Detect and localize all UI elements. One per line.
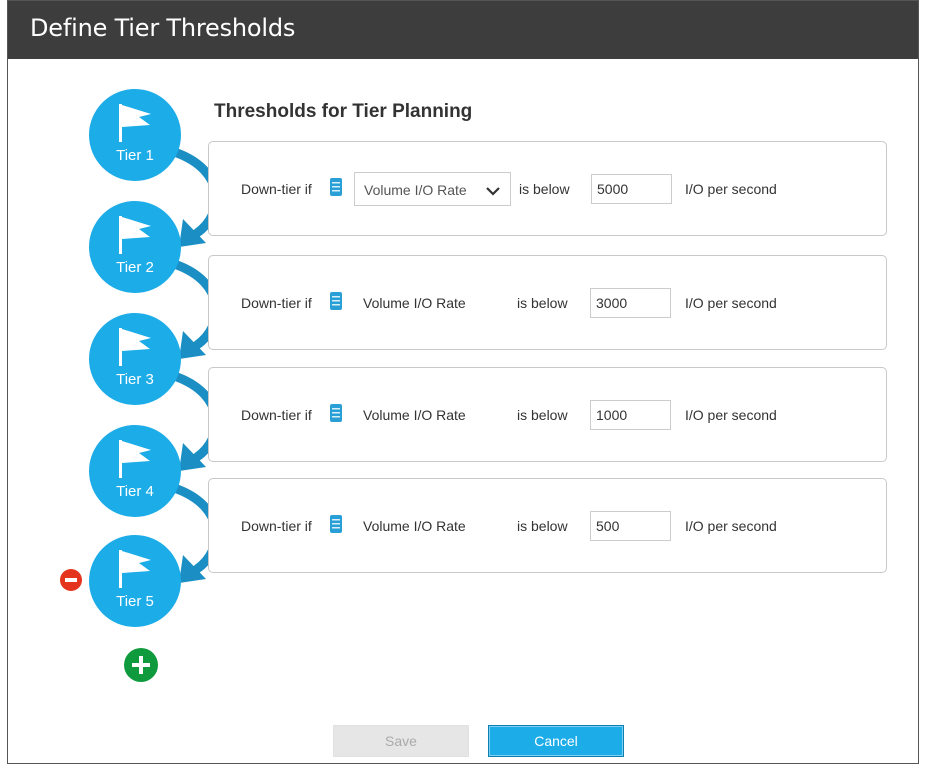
cancel-button[interactable]: Cancel: [488, 725, 624, 757]
comparison-label: is below: [517, 407, 568, 423]
database-icon: [330, 515, 342, 533]
comparison-label: is below: [519, 181, 570, 197]
flag-icon: [119, 216, 151, 254]
threshold-value-input[interactable]: [591, 174, 672, 204]
define-tier-thresholds-dialog: Define Tier Thresholds Thresholds for Ti…: [7, 0, 919, 764]
tier-1-node[interactable]: Tier 1: [89, 89, 181, 181]
threshold-row-tier-4: Down-tier if Volume I/O Rate is below I/…: [208, 478, 887, 573]
unit-label: I/O per second: [685, 181, 777, 197]
add-tier-button[interactable]: [124, 648, 158, 682]
database-icon: [330, 404, 342, 422]
chevron-down-icon: [486, 187, 500, 196]
threshold-value-input[interactable]: [590, 288, 671, 318]
metric-label: Volume I/O Rate: [363, 295, 466, 311]
tier-3-node[interactable]: Tier 3: [89, 313, 181, 405]
remove-tier-button[interactable]: [60, 569, 82, 591]
threshold-row-tier-3: Down-tier if Volume I/O Rate is below I/…: [208, 367, 887, 462]
database-icon: [330, 178, 342, 196]
remove-tier-icon: [65, 578, 77, 582]
down-tier-label: Down-tier if: [241, 518, 312, 534]
metric-dropdown-value: Volume I/O Rate: [364, 182, 467, 198]
comparison-label: is below: [517, 518, 568, 534]
title-bar: Define Tier Thresholds: [8, 1, 918, 59]
threshold-value-input[interactable]: [590, 400, 671, 430]
unit-label: I/O per second: [685, 407, 777, 423]
unit-label: I/O per second: [685, 295, 777, 311]
section-heading: Thresholds for Tier Planning: [214, 101, 473, 122]
save-button[interactable]: Save: [333, 725, 469, 757]
tier-label: Tier 5: [116, 593, 154, 610]
threshold-row-tier-2: Down-tier if Volume I/O Rate is below I/…: [208, 255, 887, 350]
down-tier-label: Down-tier if: [241, 407, 312, 423]
threshold-row-tier-1: Down-tier if Volume I/O Rate is below I/…: [208, 141, 887, 236]
flag-icon: [119, 328, 151, 366]
metric-label: Volume I/O Rate: [363, 407, 466, 423]
dialog-title: Define Tier Thresholds: [30, 14, 296, 42]
database-icon: [330, 292, 342, 310]
tier-label: Tier 3: [116, 371, 154, 388]
tier-2-node[interactable]: Tier 2: [89, 201, 181, 293]
tier-label: Tier 2: [116, 259, 154, 276]
tier-label: Tier 4: [116, 483, 154, 500]
metric-dropdown[interactable]: Volume I/O Rate: [354, 172, 511, 206]
comparison-label: is below: [517, 295, 568, 311]
unit-label: I/O per second: [685, 518, 777, 534]
flag-icon: [119, 104, 151, 142]
down-tier-label: Down-tier if: [241, 295, 312, 311]
tier-5-node[interactable]: Tier 5: [89, 535, 181, 627]
metric-label: Volume I/O Rate: [363, 518, 466, 534]
flag-icon: [119, 440, 151, 478]
threshold-value-input[interactable]: [590, 511, 671, 541]
down-tier-label: Down-tier if: [241, 181, 312, 197]
tier-label: Tier 1: [116, 147, 154, 164]
flag-icon: [119, 550, 151, 588]
tier-4-node[interactable]: Tier 4: [89, 425, 181, 517]
